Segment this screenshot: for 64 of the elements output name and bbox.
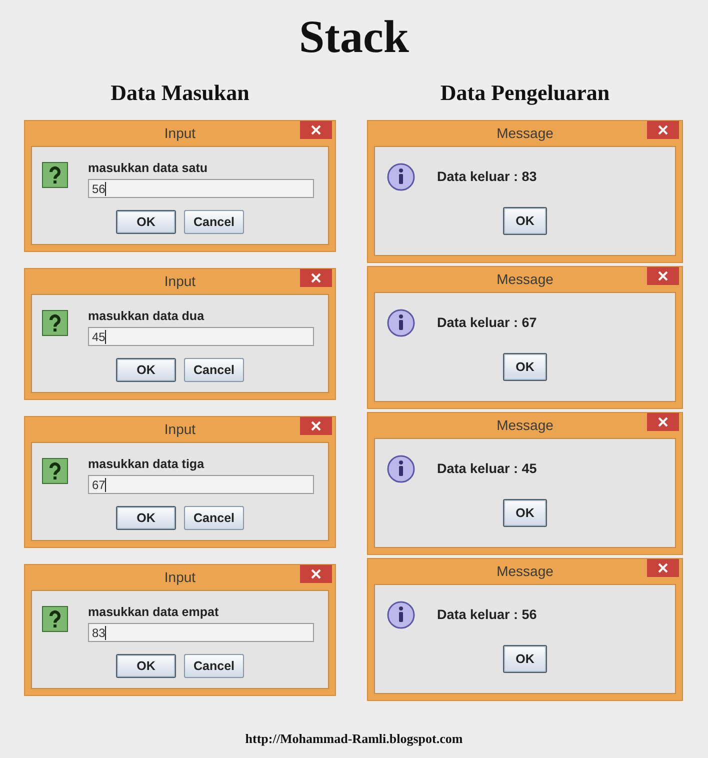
column-heading: Data Masukan xyxy=(110,82,250,104)
close-icon xyxy=(311,569,321,579)
column-heading: Data Pengeluaran xyxy=(439,82,611,104)
dialog-title: Input xyxy=(164,568,196,587)
close-icon xyxy=(311,421,321,431)
close-button[interactable] xyxy=(300,417,332,435)
close-button[interactable] xyxy=(647,121,679,139)
close-button[interactable] xyxy=(647,559,679,577)
prompt-label: masukkan data satu xyxy=(88,160,208,176)
dialog-title: Message xyxy=(496,124,554,143)
text-field[interactable]: 45 xyxy=(88,327,314,346)
dialog-title: Message xyxy=(496,270,554,289)
dialog-title: Message xyxy=(496,562,554,581)
message-text: Data keluar : 67 xyxy=(437,314,537,332)
dialog-button[interactable]: Cancel xyxy=(184,654,244,678)
info-icon xyxy=(387,601,415,629)
dialog-title: Message xyxy=(496,416,554,435)
text-cursor-icon xyxy=(105,478,106,492)
question-icon xyxy=(42,162,68,188)
dialog-button[interactable]: Cancel xyxy=(184,210,244,234)
close-icon xyxy=(658,271,668,281)
info-icon xyxy=(387,309,415,337)
message-text: Data keluar : 45 xyxy=(437,460,537,478)
question-icon xyxy=(42,606,68,632)
info-icon xyxy=(387,163,415,191)
dialog-button[interactable]: Cancel xyxy=(184,506,244,530)
prompt-label: masukkan data dua xyxy=(88,308,206,324)
dialog-button[interactable]: OK xyxy=(116,210,176,234)
close-icon xyxy=(658,125,668,135)
dialog-button[interactable]: OK xyxy=(116,654,176,678)
close-button[interactable] xyxy=(647,267,679,285)
text-field[interactable]: 56 xyxy=(88,179,314,198)
dialog-button[interactable]: Cancel xyxy=(184,358,244,382)
dialog-button[interactable]: OK xyxy=(503,499,547,527)
question-icon xyxy=(42,458,68,484)
blog-url: http://Mohammad-Ramli.blogspot.com xyxy=(244,730,464,748)
message-text: Data keluar : 83 xyxy=(437,168,537,186)
page-title: Stack xyxy=(298,14,410,60)
dialog-title: Input xyxy=(164,420,196,439)
prompt-label: masukkan data tiga xyxy=(88,456,206,472)
close-button[interactable] xyxy=(300,565,332,583)
text-field[interactable]: 67 xyxy=(88,475,314,494)
dialog-button[interactable]: OK xyxy=(503,645,547,673)
text-field[interactable]: 83 xyxy=(88,623,314,642)
dialog-title: Input xyxy=(164,124,196,143)
text-cursor-icon xyxy=(105,626,106,640)
dialog-button[interactable]: OK xyxy=(503,353,547,381)
dialog-button[interactable]: OK xyxy=(503,207,547,235)
close-icon xyxy=(311,273,321,283)
dialog-button[interactable]: OK xyxy=(116,506,176,530)
text-cursor-icon xyxy=(105,182,106,196)
dialog-title: Input xyxy=(164,272,196,291)
close-button[interactable] xyxy=(300,121,332,139)
info-icon xyxy=(387,455,415,483)
message-text: Data keluar : 56 xyxy=(437,606,537,624)
prompt-label: masukkan data empat xyxy=(88,604,220,620)
question-icon xyxy=(42,310,68,336)
close-icon xyxy=(311,125,321,135)
dialog-button[interactable]: OK xyxy=(116,358,176,382)
close-icon xyxy=(658,417,668,427)
close-icon xyxy=(658,563,668,573)
close-button[interactable] xyxy=(647,413,679,431)
close-button[interactable] xyxy=(300,269,332,287)
text-cursor-icon xyxy=(105,330,106,344)
